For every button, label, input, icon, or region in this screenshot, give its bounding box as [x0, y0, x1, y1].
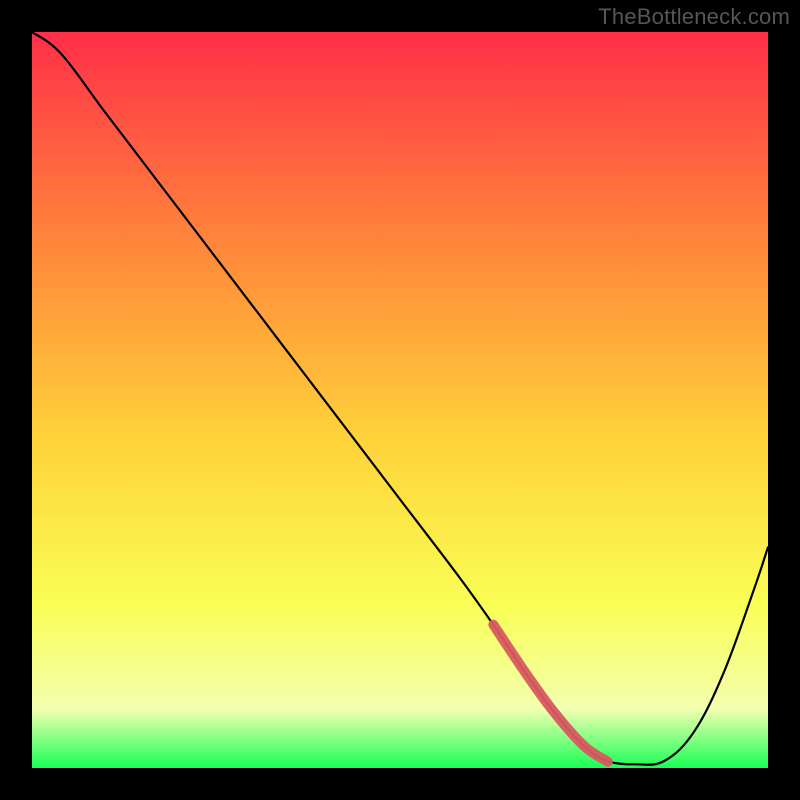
chart-frame: TheBottleneck.com [0, 0, 800, 800]
watermark-text: TheBottleneck.com [598, 4, 790, 30]
bottleneck-chart [32, 32, 768, 768]
